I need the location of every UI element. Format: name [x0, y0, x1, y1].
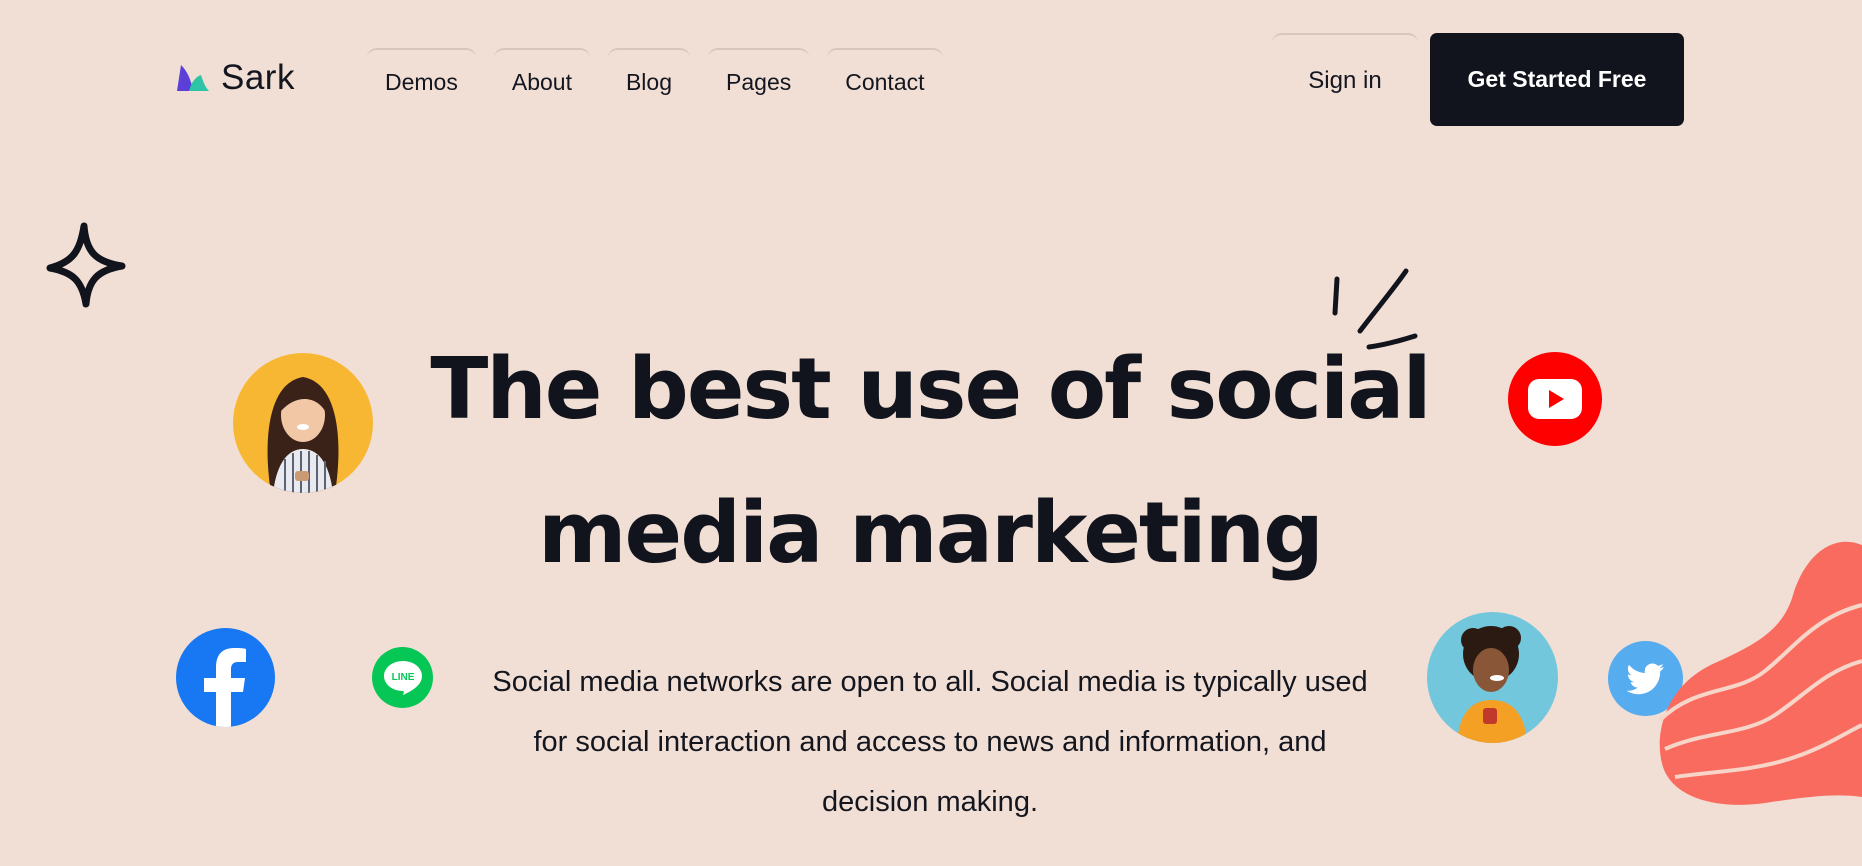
shark-fin-logo-icon: [177, 65, 209, 91]
avatar-woman-yellow: [233, 353, 373, 493]
svg-text:LINE: LINE: [391, 672, 414, 683]
decorative-blob-icon: [1657, 541, 1862, 805]
sparkle-icon: [46, 222, 126, 308]
description-line-1: Social media networks are open to all. S…: [492, 666, 1368, 698]
facebook-icon[interactable]: [176, 628, 275, 727]
headline-line-1: The best use of social: [430, 340, 1431, 439]
line-icon[interactable]: LINE: [372, 647, 433, 708]
youtube-icon[interactable]: [1508, 352, 1602, 446]
headline-line-2: media marketing: [537, 484, 1324, 583]
youtube-play-icon: [1528, 379, 1582, 419]
person-illustration-icon: [1457, 626, 1527, 743]
description-line-3: decision making.: [822, 786, 1038, 818]
nav-item-pages[interactable]: Pages: [708, 48, 810, 114]
sign-in-button[interactable]: Sign in: [1272, 33, 1418, 127]
nav-item-contact[interactable]: Contact: [827, 48, 943, 114]
get-started-button[interactable]: Get Started Free: [1430, 33, 1684, 126]
brand-name: Sark: [221, 58, 295, 97]
brand-logo[interactable]: Sark: [175, 58, 295, 98]
facebook-f-icon: [204, 648, 246, 727]
line-bubble-icon: LINE: [383, 660, 422, 695]
nav-item-about[interactable]: About: [493, 48, 590, 114]
hero-headline: The best use of social media marketing: [380, 318, 1480, 606]
avatar-woman-blue: [1427, 612, 1558, 743]
nav-item-demos[interactable]: Demos: [367, 48, 476, 114]
hero-description: Social media networks are open to all. S…: [440, 652, 1420, 832]
description-line-2: for social interaction and access to new…: [533, 726, 1327, 758]
main-nav: Demos About Blog Pages Contact: [367, 48, 943, 114]
person-illustration-icon: [267, 377, 339, 493]
nav-item-blog[interactable]: Blog: [607, 48, 691, 114]
